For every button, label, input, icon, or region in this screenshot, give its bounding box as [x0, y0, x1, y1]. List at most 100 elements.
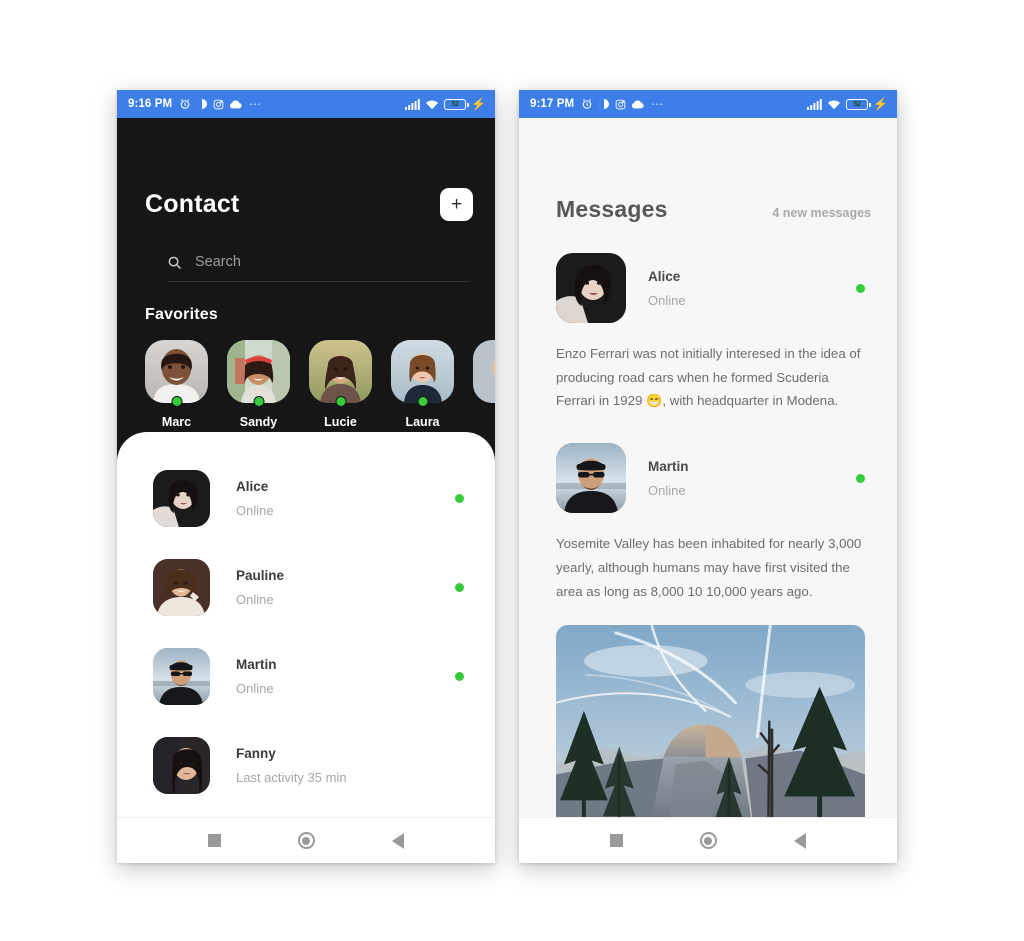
favorites-row[interactable]: Marc Sandy Lucie Laura	[145, 340, 495, 429]
cloud-icon	[631, 99, 644, 109]
search-bar[interactable]	[167, 254, 469, 282]
favorite-name: Lucie	[324, 415, 357, 429]
messages-body: Messages 4 new messages Alice Online Enz…	[519, 118, 897, 817]
search-input[interactable]	[195, 254, 469, 270]
contact-dark-panel: Contact + Favorites	[117, 118, 495, 463]
contact-header: Contact +	[145, 188, 473, 221]
battery-icon: 52	[846, 98, 871, 110]
contact-status: Online	[236, 681, 274, 696]
charging-bolt-icon: ⚡	[873, 97, 888, 111]
search-icon	[167, 255, 182, 270]
status-time: 9:16 PM	[128, 98, 173, 110]
contact-list: Alice Online Pauline Online Martin Onlin…	[117, 432, 495, 817]
system-navigation-bar-right	[519, 817, 897, 863]
online-dot	[455, 672, 464, 681]
message-text-after: , with headquarter in Modena.	[662, 393, 839, 409]
favorite-item[interactable]: Marc	[145, 340, 208, 429]
online-dot	[856, 473, 865, 483]
avatar	[309, 340, 372, 403]
brightness-icon	[196, 98, 208, 110]
battery-level-label: 52	[853, 100, 861, 108]
avatar	[153, 737, 210, 794]
online-dot	[253, 396, 264, 407]
overflow-dots-icon: ⋯	[249, 97, 263, 111]
favorite-item[interactable]: Laura	[391, 340, 454, 429]
avatar	[391, 340, 454, 403]
online-dot	[417, 396, 428, 407]
brightness-icon	[598, 98, 610, 110]
new-messages-count: 4 new messages	[772, 206, 871, 220]
triangle-back-icon[interactable]	[392, 832, 405, 849]
sender-name: Martin	[648, 458, 689, 474]
wifi-icon	[827, 99, 841, 110]
messages-header: Messages 4 new messages	[519, 118, 897, 223]
message-text: Yosemite Valley has been inhabited for n…	[556, 536, 862, 599]
avatar	[153, 648, 210, 705]
battery-icon: 52	[444, 98, 469, 110]
instagram-icon	[615, 99, 626, 110]
phone-messages-screen: 9:17 PM ⋯ 52 ⚡ Messages 4 new messages A…	[519, 90, 897, 863]
contact-status: Online	[236, 592, 274, 607]
message-image[interactable]	[556, 625, 865, 817]
status-time: 9:17 PM	[530, 98, 575, 110]
signal-bars-icon	[807, 98, 822, 110]
message-text: Enzo Ferrari was not initially interesed…	[556, 342, 865, 413]
favorite-item[interactable]: Sandy	[227, 340, 290, 429]
avatar	[556, 443, 626, 514]
add-contact-button[interactable]: +	[440, 188, 473, 221]
favorite-item-partial[interactable]	[473, 340, 495, 403]
phone-contact-screen: 9:16 PM ⋯ 52 ⚡ Contact + Search Favorite…	[117, 90, 495, 863]
alarm-icon	[179, 98, 191, 110]
system-navigation-bar-left	[117, 817, 495, 863]
avatar	[145, 340, 208, 403]
battery-level-label: 52	[451, 100, 459, 108]
avatar	[556, 253, 626, 323]
instagram-icon	[213, 99, 224, 110]
overflow-dots-icon: ⋯	[651, 97, 665, 111]
alarm-icon	[581, 98, 593, 110]
online-dot	[856, 283, 865, 293]
status-bar-left: 9:16 PM ⋯ 52 ⚡	[117, 90, 495, 118]
contact-status: Last activity 35 min	[236, 770, 347, 785]
status-bar-right: 9:17 PM ⋯ 52 ⚡	[519, 90, 897, 118]
message-sender[interactable]: Alice Online	[556, 253, 865, 323]
charging-bolt-icon: ⚡	[471, 97, 486, 111]
wifi-icon	[425, 99, 439, 110]
online-dot	[455, 583, 464, 592]
sender-status: Online	[648, 292, 686, 308]
list-item[interactable]: Alice Online	[117, 454, 495, 543]
avatar	[153, 470, 210, 527]
message-sender[interactable]: Martin Online	[556, 443, 865, 514]
online-dot	[455, 494, 464, 503]
contact-name: Martin	[236, 657, 277, 672]
contact-name: Fanny	[236, 746, 276, 761]
triangle-back-icon[interactable]	[794, 832, 807, 849]
online-dot-empty	[455, 761, 464, 770]
circle-home-icon[interactable]	[699, 832, 717, 849]
list-item[interactable]: Fanny Last activity 35 min	[117, 721, 495, 810]
online-dot	[171, 396, 182, 407]
cloud-icon	[229, 99, 242, 109]
message-item[interactable]: Alice Online Enzo Ferrari was not initia…	[519, 253, 897, 413]
signal-bars-icon	[405, 98, 420, 110]
message-item[interactable]: Martin Online Yosemite Valley has been i…	[519, 443, 897, 817]
favorite-name: Marc	[161, 415, 192, 429]
online-dot	[335, 396, 346, 407]
favorite-name: Sandy	[239, 415, 278, 429]
square-recents-icon[interactable]	[609, 834, 623, 847]
page-title: Messages	[556, 196, 668, 222]
sender-name: Alice	[648, 268, 681, 284]
square-recents-icon[interactable]	[207, 834, 221, 847]
screenshot-stage: 9:16 PM ⋯ 52 ⚡ Contact + Search Favorite…	[0, 0, 1024, 941]
favorite-item[interactable]: Lucie	[309, 340, 372, 429]
avatar	[153, 559, 210, 616]
grin-emoji-icon: 😁	[646, 393, 663, 409]
favorites-section-title: Favorites	[145, 306, 218, 323]
sender-status: Online	[648, 482, 686, 498]
page-title: Contact	[145, 190, 240, 218]
contact-name: Alice	[236, 479, 269, 494]
circle-home-icon[interactable]	[297, 832, 315, 849]
list-item[interactable]: Martin Online	[117, 632, 495, 721]
contact-name: Pauline	[236, 568, 285, 583]
list-item[interactable]: Pauline Online	[117, 543, 495, 632]
